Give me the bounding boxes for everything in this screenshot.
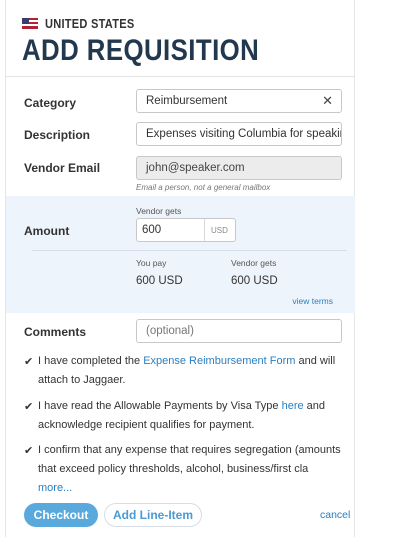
page-header: UNITED STATES ADD REQUISITION — [22, 14, 298, 68]
checkbox-reimbursement-form[interactable]: ✔ — [24, 353, 33, 372]
checkbox-row-reimbursement-form: ✔ I have completed the Expense Reimburse… — [24, 352, 344, 390]
more-link[interactable]: more... — [38, 482, 72, 494]
vendor-gets-summary-label: Vendor gets — [231, 258, 277, 268]
category-select[interactable]: Reimbursement ✕ — [136, 89, 342, 113]
comments-input[interactable] — [136, 319, 342, 343]
you-pay-value: 600 USD — [136, 275, 183, 287]
amount-input[interactable]: 600 USD — [136, 218, 236, 242]
vendor-email-hint: Email a person, not a general mailbox — [136, 183, 271, 192]
header-divider — [6, 76, 355, 77]
view-terms-link[interactable]: view terms — [292, 296, 333, 306]
allowable-payments-here-link[interactable]: here — [282, 400, 304, 412]
description-input[interactable]: Expenses visiting Columbia for speaking … — [136, 122, 342, 146]
you-pay-label: You pay — [136, 258, 167, 268]
checkout-button[interactable]: Checkout — [24, 503, 98, 527]
add-line-item-button[interactable]: Add Line-Item — [104, 503, 202, 527]
check-text: I have completed the — [38, 355, 144, 367]
amount-divider — [32, 250, 347, 251]
us-flag-icon — [22, 17, 38, 29]
amount-label: Amount — [24, 224, 70, 238]
vendor-gets-label: Vendor gets — [136, 206, 182, 216]
vendor-email-field[interactable]: john@speaker.com — [136, 156, 342, 180]
check-text: I have read the Allowable Payments by Vi… — [38, 400, 282, 412]
country-indicator: UNITED STATES — [22, 14, 298, 32]
description-label: Description — [24, 128, 91, 142]
checkbox-row-allowable-payments: ✔ I have read the Allowable Payments by … — [24, 397, 344, 435]
category-label: Category — [24, 96, 77, 110]
page-title: ADD REQUISITION — [22, 34, 260, 67]
vendor-gets-value: 600 USD — [231, 275, 278, 287]
checkbox-allowable-payments[interactable]: ✔ — [24, 398, 33, 417]
checkbox-segregation[interactable]: ✔ — [24, 442, 33, 461]
category-value: Reimbursement — [146, 95, 228, 107]
check-text: I confirm that any expense that requires… — [38, 444, 341, 475]
clear-icon[interactable]: ✕ — [322, 93, 333, 109]
comments-label: Comments — [24, 325, 87, 339]
amount-currency: USD — [211, 225, 228, 235]
checkbox-row-segregation: ✔ I confirm that any expense that requir… — [24, 441, 344, 498]
amount-value[interactable]: 600 — [137, 219, 205, 241]
cancel-link[interactable]: cancel — [320, 509, 350, 521]
country-label: UNITED STATES — [45, 15, 135, 31]
vendor-email-label: Vendor Email — [24, 161, 101, 175]
expense-reimbursement-form-link[interactable]: Expense Reimbursement Form — [143, 355, 295, 367]
